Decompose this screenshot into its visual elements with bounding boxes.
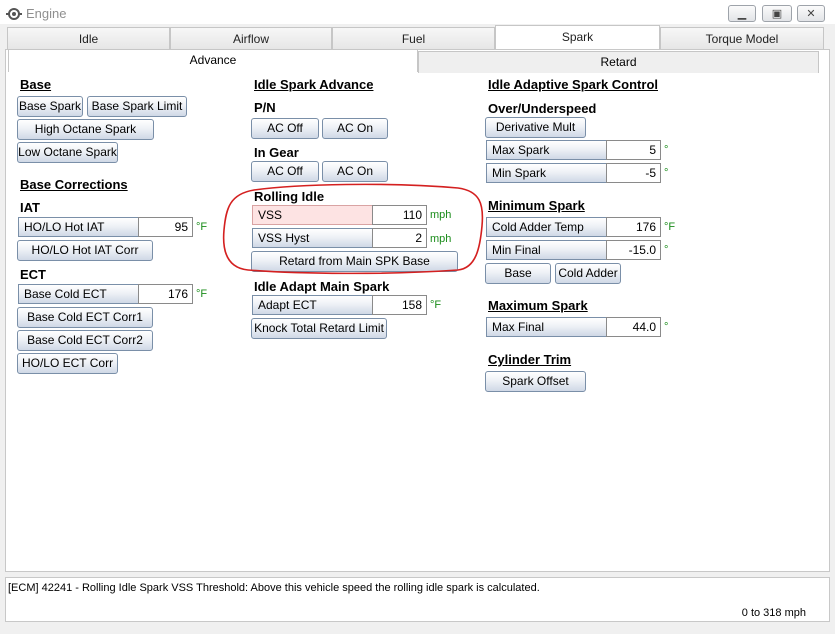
tab-airflow[interactable]: Airflow <box>170 27 332 49</box>
base-cold-ect-corr2-button[interactable]: Base Cold ECT Corr2 <box>17 330 153 351</box>
max-spark-label: Max Spark <box>486 140 606 160</box>
hot-iat-value[interactable]: 95 <box>138 217 193 237</box>
minimize-icon: ▁ <box>737 7 747 20</box>
cold-adder-temp-label: Cold Adder Temp <box>486 217 606 237</box>
base-heading: Base <box>20 77 52 92</box>
base-spark-limit-button[interactable]: Base Spark Limit <box>87 96 187 117</box>
base-spark-button[interactable]: Base Spark <box>17 96 83 117</box>
idle-spark-advance-heading: Idle Spark Advance <box>254 77 374 92</box>
engine-icon <box>6 6 22 22</box>
subtab-advance[interactable]: Advance <box>8 49 418 72</box>
min-spark-value[interactable]: -5 <box>606 163 661 183</box>
maximum-spark-heading: Maximum Spark <box>488 298 588 313</box>
pn-heading: P/N <box>254 100 276 115</box>
tab-spark[interactable]: Spark <box>495 25 660 49</box>
adapt-ect-unit: °F <box>430 299 442 311</box>
tab-torque-model[interactable]: Torque Model <box>660 27 824 49</box>
min-spark-base-button[interactable]: Base <box>485 263 551 284</box>
high-octane-spark-button[interactable]: High Octane Spark <box>17 119 154 140</box>
low-octane-spark-button[interactable]: Low Octane Spark <box>17 142 118 163</box>
base-cold-ect-value[interactable]: 176 <box>138 284 193 304</box>
hot-iat-label: HO/LO Hot IAT <box>18 217 138 237</box>
cold-adder-temp-value[interactable]: 176 <box>606 217 661 237</box>
iat-heading: IAT <box>20 200 40 215</box>
base-corrections-heading: Base Corrections <box>20 177 128 192</box>
hot-iat-unit: °F <box>196 221 208 233</box>
restore-button[interactable]: ▣ <box>762 5 792 22</box>
min-final-value[interactable]: -15.0 <box>606 240 661 260</box>
idle-adapt-main-spark-heading: Idle Adapt Main Spark <box>254 279 390 294</box>
min-final-unit: ° <box>664 244 669 256</box>
derivative-mult-button[interactable]: Derivative Mult <box>485 117 586 138</box>
min-spark-unit: ° <box>664 167 669 179</box>
cold-adder-button[interactable]: Cold Adder <box>555 263 621 284</box>
window-title: Engine <box>26 6 67 21</box>
value-range: 0 to 318 mph <box>741 607 806 619</box>
knock-total-retard-limit-button[interactable]: Knock Total Retard Limit <box>251 318 387 339</box>
minimize-button[interactable]: ▁ <box>728 5 756 22</box>
over-underspeed-heading: Over/Underspeed <box>488 101 597 116</box>
subtab-retard[interactable]: Retard <box>418 51 819 73</box>
tab-fuel[interactable]: Fuel <box>332 27 495 49</box>
max-spark-unit: ° <box>664 144 669 156</box>
max-final-label: Max Final <box>486 317 606 337</box>
max-final-value[interactable]: 44.0 <box>606 317 661 337</box>
in-gear-heading: In Gear <box>254 145 299 160</box>
max-final-unit: ° <box>664 321 669 333</box>
close-button[interactable]: ✕ <box>797 5 825 22</box>
adapt-ect-value[interactable]: 158 <box>372 295 427 315</box>
adapt-ect-label: Adapt ECT <box>252 295 372 315</box>
minimum-spark-heading: Minimum Spark <box>488 198 585 213</box>
min-spark-label: Min Spark <box>486 163 606 183</box>
highlight-circle <box>222 183 484 275</box>
base-cold-ect-corr1-button[interactable]: Base Cold ECT Corr1 <box>17 307 153 328</box>
max-spark-value[interactable]: 5 <box>606 140 661 160</box>
base-cold-ect-label: Base Cold ECT <box>18 284 138 304</box>
restore-icon: ▣ <box>771 7 783 20</box>
min-final-label: Min Final <box>486 240 606 260</box>
status-description: [ECM] 42241 - Rolling Idle Spark VSS Thr… <box>8 582 540 594</box>
spark-offset-button[interactable]: Spark Offset <box>485 371 586 392</box>
cold-adder-temp-unit: °F <box>664 221 676 233</box>
idle-adaptive-spark-control-heading: Idle Adaptive Spark Control <box>488 77 658 92</box>
base-cold-ect-unit: °F <box>196 288 208 300</box>
tab-idle[interactable]: Idle <box>7 27 170 49</box>
ingear-ac-off-button[interactable]: AC Off <box>251 161 319 182</box>
holo-ect-corr-button[interactable]: HO/LO ECT Corr <box>17 353 118 374</box>
pn-ac-on-button[interactable]: AC On <box>322 118 388 139</box>
close-icon: ✕ <box>806 7 816 20</box>
hot-iat-corr-button[interactable]: HO/LO Hot IAT Corr <box>17 240 153 261</box>
ect-heading: ECT <box>20 267 46 282</box>
ingear-ac-on-button[interactable]: AC On <box>322 161 388 182</box>
pn-ac-off-button[interactable]: AC Off <box>251 118 319 139</box>
cylinder-trim-heading: Cylinder Trim <box>488 352 572 367</box>
